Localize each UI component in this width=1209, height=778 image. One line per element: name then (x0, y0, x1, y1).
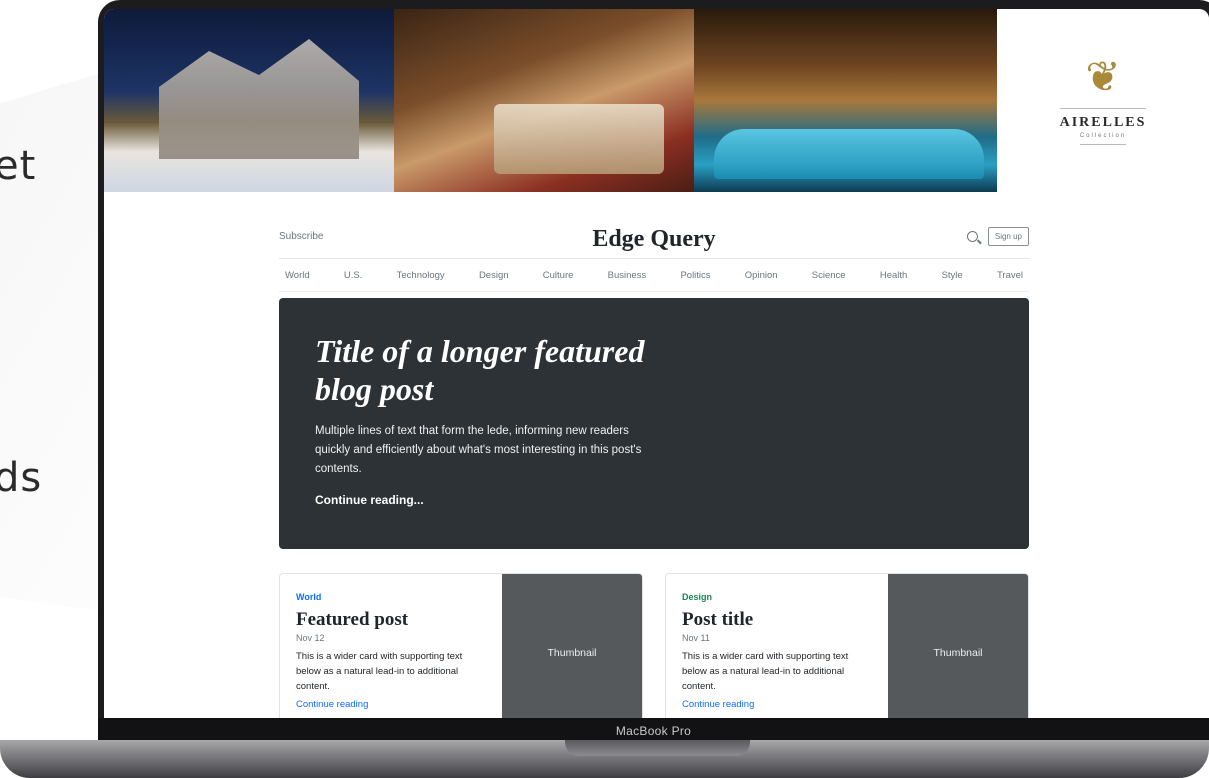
card-title: Post title (682, 609, 754, 630)
card-continue-link[interactable]: Continue reading (682, 699, 872, 710)
card-continue-link[interactable]: Continue reading (296, 699, 486, 710)
post-cards: World Featured post Nov 12 This is a wid… (279, 573, 1029, 718)
card-body: World Featured post Nov 12 This is a wid… (280, 574, 502, 718)
card-body: Design Post title Nov 11 This is a wider… (666, 574, 888, 718)
side-text-bottom: ds (0, 455, 43, 501)
card-category: Design (682, 592, 713, 602)
header-actions: Sign up (966, 226, 1029, 246)
subscribe-link[interactable]: Subscribe (279, 231, 323, 242)
nav-item-opinion[interactable]: Opinion (745, 270, 778, 281)
nav-item-politics[interactable]: Politics (680, 270, 710, 281)
side-text-top: et (0, 143, 37, 189)
sign-up-button[interactable]: Sign up (987, 226, 1029, 246)
brand-logo[interactable]: ❦ AIRELLES Collection (997, 9, 1209, 192)
card-thumbnail: Thumbnail (502, 574, 642, 718)
nav-item-culture[interactable]: Culture (543, 270, 574, 281)
hotel-banner: ❦ AIRELLES Collection (104, 9, 1209, 192)
nav-item-style[interactable]: Style (942, 270, 963, 281)
hero-title: Title of a longer featured blog post (315, 333, 645, 407)
site-header: Subscribe Sign up (279, 214, 1029, 259)
nav-item-world[interactable]: World (285, 270, 310, 281)
nav-item-science[interactable]: Science (812, 270, 846, 281)
hero-lede: Multiple lines of text that form the led… (315, 425, 642, 475)
bedroom-photo (394, 9, 694, 192)
device-label: MacBook Pro (615, 724, 692, 738)
featured-hero: Title of a longer featured blog post Mul… (279, 298, 1029, 549)
card-thumbnail: Thumbnail (888, 574, 1028, 718)
blog-site: Subscribe Sign up Edge Query World U.S. … (279, 214, 1029, 718)
category-nav: World U.S. Technology Design Culture Bus… (279, 259, 1029, 292)
card-date: Nov 11 (682, 633, 710, 643)
nav-item-business[interactable]: Business (608, 270, 647, 281)
nav-item-technology[interactable]: Technology (397, 270, 445, 281)
pool-photo (694, 9, 997, 192)
card-title: Featured post (296, 609, 409, 630)
card-text: This is a wider card with supporting tex… (682, 651, 849, 692)
nav-item-design[interactable]: Design (479, 270, 509, 281)
brand-name: AIRELLES (1059, 108, 1147, 131)
nav-item-health[interactable]: Health (880, 270, 907, 281)
post-card: Design Post title Nov 11 This is a wider… (665, 573, 1029, 718)
post-card: World Featured post Nov 12 This is a wid… (279, 573, 643, 718)
nav-item-travel[interactable]: Travel (997, 270, 1023, 281)
nav-item-us[interactable]: U.S. (344, 270, 362, 281)
card-date: Nov 12 (296, 633, 325, 643)
hero-continue-link[interactable]: Continue reading... (315, 493, 993, 507)
laptop-notch (565, 740, 750, 756)
brand-subtitle: Collection (1079, 133, 1127, 145)
card-text: This is a wider card with supporting tex… (296, 651, 463, 692)
search-icon[interactable] (966, 230, 978, 242)
card-category: World (296, 592, 322, 602)
laptop-screen: ❦ AIRELLES Collection Subscribe Sign up … (104, 9, 1209, 718)
chalet-photo (104, 9, 394, 192)
olive-branch-icon: ❦ (1085, 53, 1121, 100)
